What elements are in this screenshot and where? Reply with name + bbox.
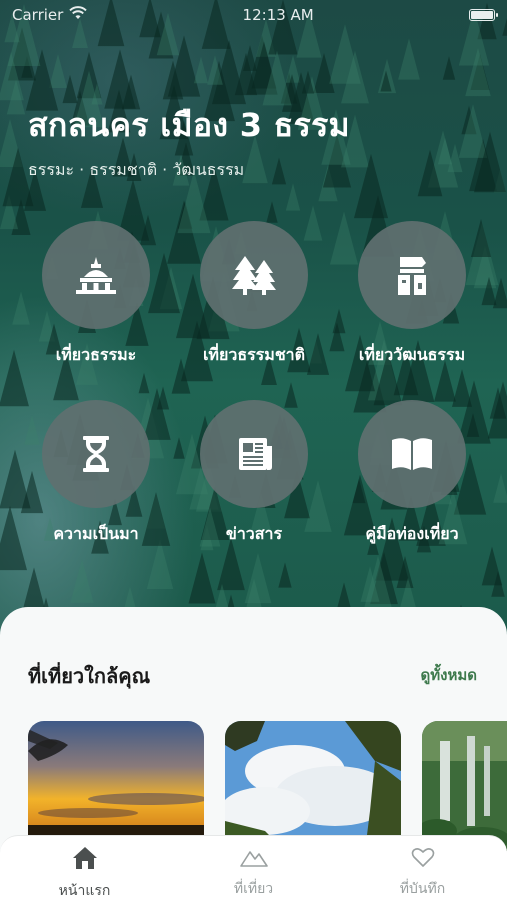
place-card[interactable]	[225, 721, 401, 851]
tree-silhouette	[70, 559, 94, 603]
tree-silhouette	[473, 131, 507, 193]
newspaper-icon	[200, 400, 308, 508]
menu-label: ข่าวสาร	[225, 524, 283, 543]
tree-silhouette	[465, 47, 491, 97]
home-icon	[72, 846, 98, 874]
menu-label: เที่ยวธรรมชาติ	[202, 345, 306, 364]
menu-dharma-tour[interactable]: เที่ยวธรรมะ	[21, 221, 171, 368]
tree-silhouette	[243, 45, 257, 71]
waterfall-photo	[422, 721, 507, 851]
tree-silhouette	[353, 153, 389, 219]
tab-label: ที่บันทึก	[399, 881, 446, 897]
tree-silhouette	[266, 201, 278, 223]
tree-silhouette	[491, 571, 505, 597]
tab-saved[interactable]: ที่บันทึก	[348, 836, 498, 900]
place-card[interactable]	[422, 721, 507, 851]
clock-time: 12:13 AM	[242, 6, 314, 24]
battery-icon	[468, 9, 498, 21]
tab-bar: หน้าแรก ที่เที่ยว ที่บันทึก	[0, 835, 507, 900]
page-title: สกลนคร เมือง 3 ธรรม	[28, 106, 350, 144]
status-bar: Carrier 12:13 AM	[0, 0, 507, 30]
menu-culture-tour[interactable]: เที่ยววัฒนธรรม	[337, 221, 487, 368]
tree-silhouette	[329, 24, 361, 84]
tree-silhouette	[62, 74, 78, 104]
hourglass-icon	[42, 400, 150, 508]
tree-silhouette	[493, 473, 507, 503]
tab-places[interactable]: ที่เที่ยว	[179, 836, 329, 900]
menu-nature-tour[interactable]: เที่ยวธรรมชาติ	[179, 221, 329, 368]
page-subtitle: ธรรมะ · ธรรมชาติ · วัฒนธรรม	[28, 160, 245, 179]
tree-silhouette	[162, 60, 184, 100]
tree-silhouette	[207, 55, 223, 85]
section-title: ที่เที่ยวใกล้คุณ	[28, 664, 151, 688]
tree-silhouette	[489, 387, 507, 419]
tree-silhouette	[278, 562, 292, 588]
menu-label: เที่ยววัฒนธรรม	[358, 345, 466, 364]
heart-icon	[411, 846, 435, 872]
tab-label: หน้าแรก	[58, 883, 111, 899]
place-card[interactable]	[28, 721, 204, 851]
sunset-photo	[28, 721, 204, 851]
book-icon	[358, 400, 466, 508]
tab-label: ที่เที่ยว	[233, 881, 274, 897]
tree-silhouette	[398, 38, 420, 80]
menu-history[interactable]: ความเป็นมา	[21, 400, 171, 547]
menu-label: เที่ยวธรรมะ	[55, 345, 137, 364]
tree-silhouette	[271, 157, 287, 185]
wifi-icon	[69, 6, 88, 24]
tree-silhouette	[380, 70, 392, 92]
menu-label: ความเป็นมา	[53, 524, 139, 543]
see-all-link[interactable]: ดูทั้งหมด	[421, 663, 477, 687]
tree-silhouette	[285, 183, 301, 211]
tree-silhouette	[193, 56, 209, 84]
tab-home[interactable]: หน้าแรก	[10, 836, 160, 900]
tree-silhouette	[442, 56, 456, 80]
tree-silhouette	[417, 149, 443, 197]
tree-silhouette	[301, 70, 315, 94]
tree-silhouette	[399, 577, 417, 609]
menu-news[interactable]: ข่าวสาร	[179, 400, 329, 547]
culture-icon	[358, 221, 466, 329]
trees-icon	[200, 221, 308, 329]
menu-travel-guide[interactable]: คู่มือท่องเที่ยว	[337, 400, 487, 547]
menu-label: คู่มือท่องเที่ยว	[365, 524, 459, 543]
stupa-icon	[42, 221, 150, 329]
mountain-icon	[239, 846, 268, 872]
carrier-label: Carrier	[12, 6, 64, 24]
tree-silhouette	[262, 50, 292, 106]
sky-trees-photo	[225, 721, 401, 851]
